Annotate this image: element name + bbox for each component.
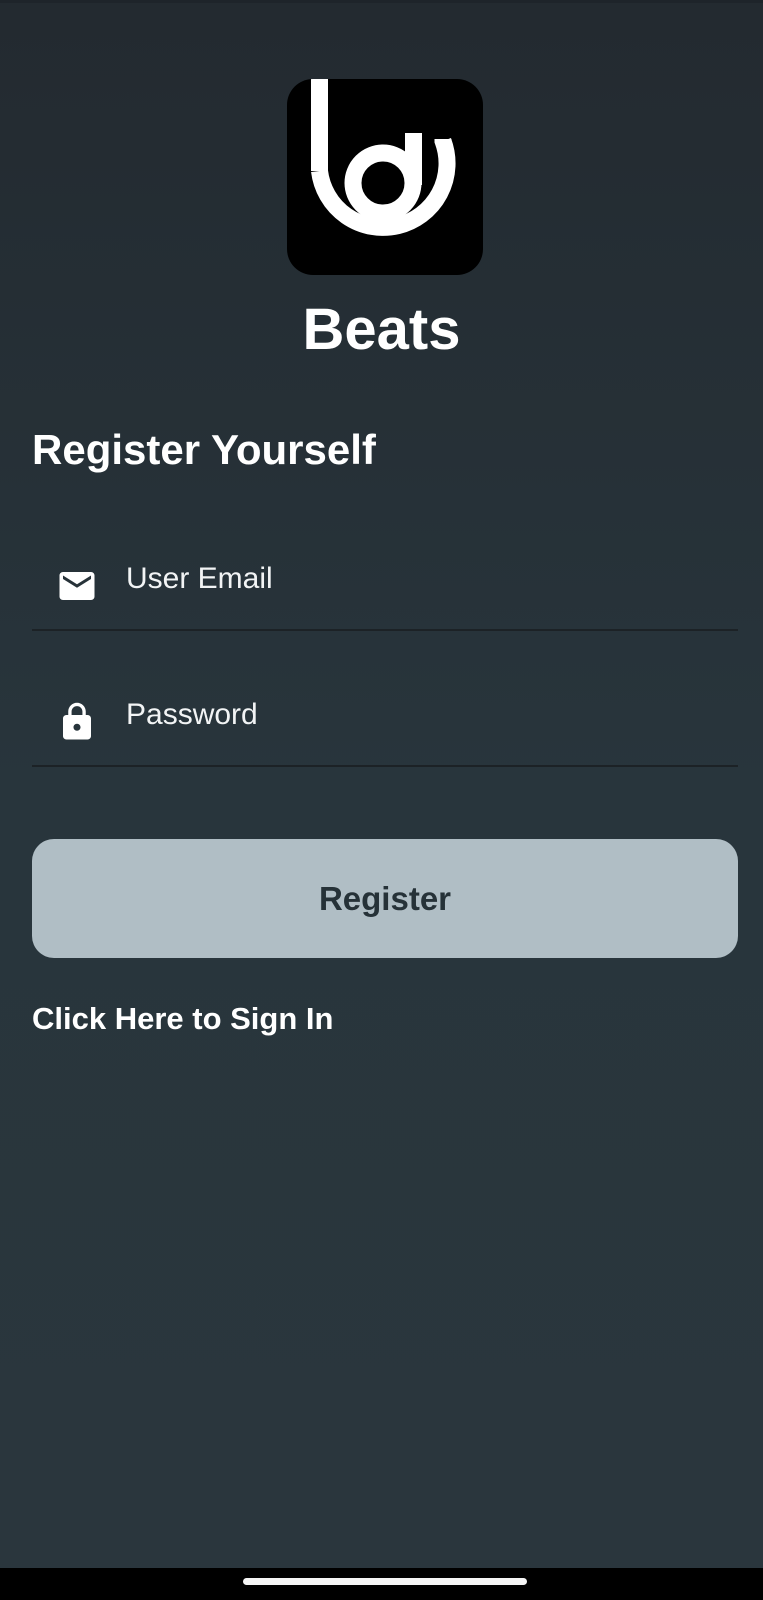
system-navigation-bar [0, 1568, 763, 1600]
app-logo [287, 79, 483, 275]
sign-in-link[interactable]: Click Here to Sign In [32, 998, 333, 1040]
password-placeholder: Password [126, 698, 258, 731]
register-screen: Beats Register Yourself User Email Passw… [0, 0, 763, 1568]
register-button[interactable]: Register [32, 839, 738, 958]
page-title: Register Yourself [32, 426, 376, 473]
lock-icon [56, 701, 98, 743]
home-indicator[interactable] [243, 1578, 527, 1585]
email-field[interactable]: User Email [32, 539, 738, 631]
mail-icon [56, 565, 98, 607]
email-placeholder: User Email [126, 562, 273, 595]
app-name: Beats [302, 297, 461, 362]
password-field[interactable]: Password [32, 675, 738, 767]
beats-logo-icon [311, 79, 456, 236]
